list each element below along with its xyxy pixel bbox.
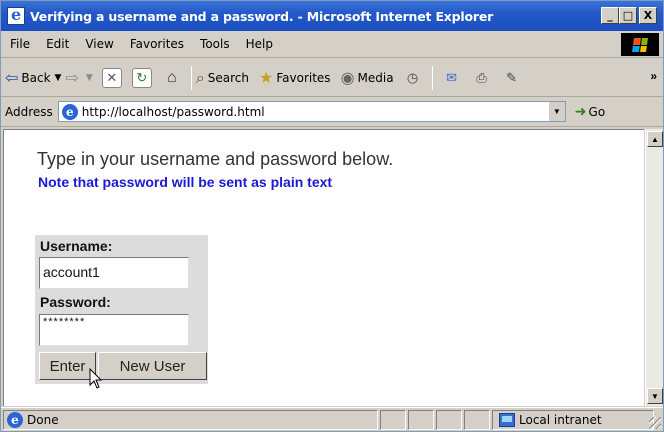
maximize-button[interactable]: □ (619, 7, 637, 24)
status-pane (464, 409, 490, 430)
status-pane (380, 409, 406, 430)
menu-edit[interactable]: Edit (38, 37, 77, 51)
menu-bar: File Edit View Favorites Tools Help (1, 31, 663, 58)
print-icon[interactable]: ⎙ (472, 68, 492, 88)
windows-logo-icon (621, 33, 659, 56)
password-label: Password: (40, 294, 111, 310)
mail-icon[interactable]: ✉ (442, 68, 462, 88)
ie-logo-icon (7, 5, 25, 25)
address-bar: Address e http://localhost/password.html… (1, 97, 663, 127)
intranet-zone-icon (499, 412, 515, 427)
login-form: Username: account1 Password: ******** En… (35, 235, 208, 384)
refresh-icon[interactable]: ↻ (131, 67, 152, 88)
window-controls: _ □ X (601, 7, 657, 24)
search-icon: ⌕ (195, 67, 205, 87)
new-user-button[interactable]: New User (98, 352, 207, 380)
stop-icon[interactable]: ✕ (101, 67, 122, 88)
enter-button[interactable]: Enter (39, 352, 96, 380)
edit-icon[interactable]: ✎ (502, 68, 522, 88)
chevron-down-icon[interactable]: ▼ (55, 73, 62, 83)
home-icon[interactable]: ⌂ (162, 68, 182, 88)
search-button[interactable]: ⌕ Search (196, 68, 249, 88)
back-button[interactable]: ⇦ Back ▼ (5, 68, 61, 87)
chevron-down-icon[interactable]: ▼ (86, 73, 93, 83)
favorites-star-icon: ★ (259, 68, 274, 87)
zone-label: Local intranet (519, 412, 602, 427)
address-field[interactable]: e http://localhost/password.html ▼ (57, 101, 566, 122)
vertical-scrollbar[interactable]: ▲ ▼ (645, 129, 663, 406)
status-bar: e Done Local intranet (1, 407, 663, 431)
page-status-icon: e (7, 411, 23, 428)
username-label: Username: (40, 238, 113, 254)
menu-file[interactable]: File (1, 37, 38, 51)
address-dropdown-button[interactable]: ▼ (547, 102, 565, 121)
address-url[interactable]: http://localhost/password.html (82, 105, 548, 119)
toolbar-separator (190, 65, 192, 90)
go-button[interactable]: ➜ Go (575, 104, 605, 120)
menu-help[interactable]: Help (238, 37, 281, 51)
status-pane (408, 409, 434, 430)
status-text: Done (27, 412, 59, 427)
password-input[interactable]: ******** (39, 314, 189, 346)
media-icon: ◉ (340, 68, 355, 87)
mouse-pointer-icon (89, 368, 103, 389)
media-label: Media (357, 70, 394, 85)
browser-window: Verifying a username and a password. - M… (0, 0, 664, 432)
page-prompt: Type in your username and password below… (37, 149, 394, 169)
status-pane (436, 409, 462, 430)
back-arrow-icon: ⇦ (5, 68, 19, 87)
favorites-button[interactable]: ★ Favorites (259, 68, 331, 87)
minimize-button[interactable]: _ (601, 7, 619, 24)
plain-text-note: Note that password will be sent as plain… (38, 174, 333, 190)
page-content: Type in your username and password below… (3, 129, 644, 406)
history-icon[interactable]: ◷ (403, 68, 423, 88)
forward-arrow-icon: ⇨ (65, 68, 79, 87)
menu-tools[interactable]: Tools (192, 37, 238, 51)
toolbar-separator (431, 65, 433, 90)
scroll-down-button[interactable]: ▼ (647, 388, 663, 404)
forward-button[interactable]: ⇨ ▼ (65, 68, 92, 87)
window-title: Verifying a username and a password. - M… (30, 8, 494, 24)
scroll-up-button[interactable]: ▲ (647, 131, 663, 147)
toolbar-overflow-button[interactable]: » (650, 69, 657, 83)
search-label: Search (207, 70, 249, 85)
page-icon: e (61, 103, 78, 120)
go-arrow-icon: ➜ (574, 103, 587, 120)
status-main-pane: e Done (3, 409, 378, 430)
username-input[interactable]: account1 (39, 257, 189, 289)
toolbar: ⇦ Back ▼ ⇨ ▼ ✕ ↻ ⌂ ⌕ Search ★ Favorites … (1, 59, 663, 97)
security-zone-pane[interactable]: Local intranet (492, 409, 654, 430)
close-button[interactable]: X (639, 7, 657, 24)
go-label: Go (588, 104, 606, 119)
media-button[interactable]: ◉ Media (341, 68, 394, 87)
menu-favorites[interactable]: Favorites (122, 37, 192, 51)
back-label: Back (21, 70, 51, 85)
resize-grip[interactable] (649, 417, 661, 429)
favorites-label: Favorites (276, 70, 331, 85)
address-label: Address (5, 104, 53, 119)
title-bar[interactable]: Verifying a username and a password. - M… (1, 1, 663, 31)
menu-view[interactable]: View (77, 37, 121, 51)
